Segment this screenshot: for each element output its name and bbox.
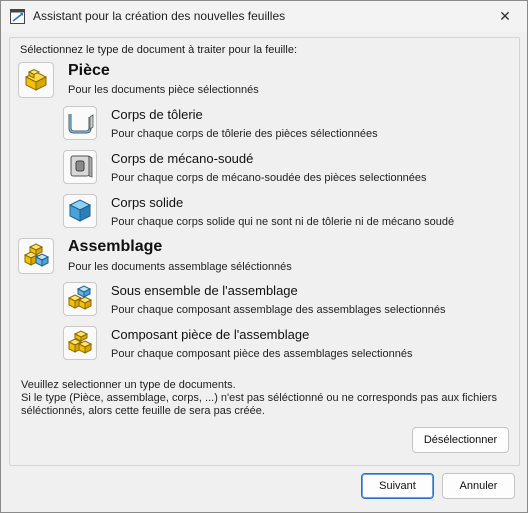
deselect-button[interactable]: Désélectionner bbox=[412, 427, 509, 453]
component-part-option-button[interactable] bbox=[63, 326, 97, 360]
title-bar: Assistant pour la création des nouvelles… bbox=[1, 1, 527, 32]
sheet-metal-icon bbox=[66, 108, 94, 139]
instruction-note: Veuillez selectionner un type de documen… bbox=[21, 379, 501, 418]
solid-body-title: Corps solide bbox=[111, 195, 184, 210]
weldment-description: Pour chaque corps de mécano-soudée des p… bbox=[111, 172, 427, 184]
component-part-description: Pour chaque composant pièce des assembla… bbox=[111, 348, 413, 360]
assembly-option-button[interactable] bbox=[18, 238, 54, 274]
prompt-label: Sélectionnez le type de document à trait… bbox=[20, 44, 297, 56]
close-icon: ✕ bbox=[499, 8, 511, 24]
subassembly-title: Sous ensemble de l'assemblage bbox=[111, 283, 298, 298]
close-button[interactable]: ✕ bbox=[483, 1, 527, 32]
subassembly-description: Pour chaque composant assemblage des ass… bbox=[111, 304, 446, 316]
assembly-description: Pour les documents assemblage séléctionn… bbox=[68, 261, 292, 273]
weldment-option-button[interactable] bbox=[63, 150, 97, 184]
window-title: Assistant pour la création des nouvelles… bbox=[33, 9, 286, 23]
piece-description: Pour les documents pièce sélectionnés bbox=[68, 84, 259, 96]
solid-body-icon bbox=[66, 196, 94, 227]
app-window-icon bbox=[10, 9, 25, 24]
dialog-window: Assistant pour la création des nouvelles… bbox=[0, 0, 528, 513]
sheet-metal-option-button[interactable] bbox=[63, 106, 97, 140]
sheet-metal-description: Pour chaque corps de tôlerie des pièces … bbox=[111, 128, 378, 140]
piece-option-button[interactable] bbox=[18, 62, 54, 98]
subassembly-option-button[interactable] bbox=[63, 282, 97, 316]
solid-body-description: Pour chaque corps solide qui ne sont ni … bbox=[111, 216, 455, 228]
component-part-title: Composant pièce de l'assemblage bbox=[111, 327, 310, 342]
component-part-icon bbox=[66, 328, 94, 359]
solid-body-option-button[interactable] bbox=[63, 194, 97, 228]
note-line-3: séléctionnés, alors cette feuille de ser… bbox=[21, 405, 265, 417]
part-icon bbox=[22, 65, 50, 96]
assembly-heading: Assemblage bbox=[68, 238, 163, 255]
weldment-title: Corps de mécano-soudé bbox=[111, 151, 254, 166]
next-button[interactable]: Suivant bbox=[361, 473, 434, 499]
assembly-icon bbox=[22, 241, 50, 272]
weldment-icon bbox=[66, 152, 94, 183]
sheet-metal-title: Corps de tôlerie bbox=[111, 107, 203, 122]
subassembly-icon bbox=[66, 284, 94, 315]
note-line-1: Veuillez selectionner un type de documen… bbox=[21, 379, 236, 391]
note-line-2: Si le type (Pièce, assemblage, corps, ..… bbox=[21, 392, 497, 404]
cancel-button[interactable]: Annuler bbox=[442, 473, 515, 499]
piece-heading: Pièce bbox=[68, 62, 110, 79]
